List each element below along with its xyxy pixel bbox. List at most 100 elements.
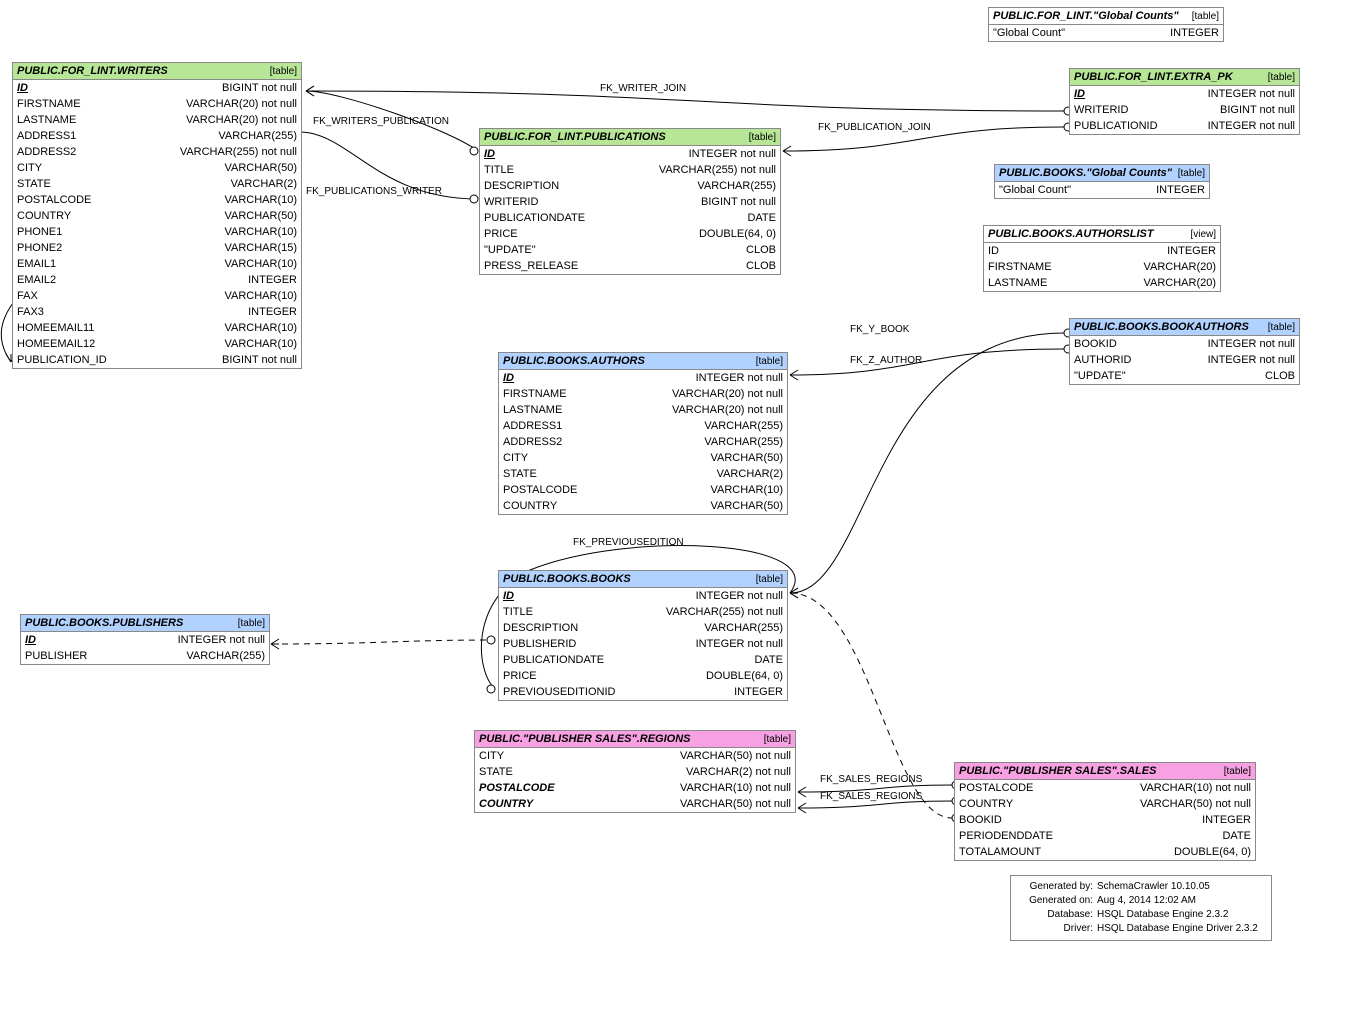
table-title: PUBLIC.BOOKS.BOOKAUTHORS (1074, 321, 1249, 333)
column-type: DOUBLE(64, 0) (1174, 845, 1251, 859)
column-name: POSTALCODE (479, 781, 573, 795)
column-row: PHONE2VARCHAR(15) (13, 240, 301, 256)
column-name: POSTALCODE (503, 483, 595, 497)
column-row: PUBLICATIONIDINTEGER not null (1070, 118, 1299, 134)
column-name: TITLE (484, 163, 532, 177)
column-row: IDINTEGER (984, 243, 1220, 259)
column-type: VARCHAR(10) (224, 257, 297, 271)
column-type: VARCHAR(20) not null (672, 403, 783, 417)
column-row: COUNTRYVARCHAR(50) (13, 208, 301, 224)
table-kind: [table] (756, 574, 783, 585)
column-name: LASTNAME (17, 113, 94, 127)
column-type: CLOB (1265, 369, 1295, 383)
table-title: PUBLIC.FOR_LINT.WRITERS (17, 65, 168, 77)
column-type: VARCHAR(50) not null (680, 749, 791, 763)
column-name: STATE (503, 467, 555, 481)
fk-label-writers-publication: FK_WRITERS_PUBLICATION (313, 116, 449, 127)
column-row: ADDRESS1VARCHAR(255) (499, 418, 787, 434)
column-row: CITYVARCHAR(50) (13, 160, 301, 176)
column-row: ADDRESS2 VARCHAR(255) not null (13, 144, 301, 160)
column-row: PERIODENDDATEDATE (955, 828, 1255, 844)
table-books: PUBLIC.BOOKS.BOOKS [table] IDINTEGER not … (498, 570, 788, 701)
column-name: LASTNAME (988, 276, 1065, 290)
column-row: FIRSTNAMEVARCHAR(20) not null (499, 386, 787, 402)
column-type: BIGINT not null (701, 195, 776, 209)
column-name: EMAIL1 (17, 257, 74, 271)
column-type: INTEGER not null (1208, 119, 1295, 133)
table-authorslist: PUBLIC.BOOKS.AUTHORSLIST[view] IDINTEGER… (983, 225, 1221, 292)
column-name: CITY (17, 161, 60, 175)
column-name: POSTALCODE (959, 781, 1051, 795)
column-row: "UPDATE"CLOB (480, 242, 780, 258)
column-row: POSTALCODE VARCHAR(10) not null (955, 780, 1255, 796)
column-type: INTEGER (248, 273, 297, 287)
table-global-counts-books: PUBLIC.BOOKS."Global Counts"[table] "Glo… (994, 164, 1210, 199)
column-row: IDINTEGER not null (1070, 86, 1299, 102)
metadata-box: Generated by:SchemaCrawler 10.10.05 Gene… (1010, 875, 1272, 941)
column-name: ADDRESS2 (503, 435, 580, 449)
column-name: ADDRESS1 (17, 129, 94, 143)
column-name: PUBLISHERID (503, 637, 594, 651)
column-name: COUNTRY (503, 499, 575, 513)
column-type: DOUBLE(64, 0) (706, 669, 783, 683)
column-name: "UPDATE" (484, 243, 554, 257)
fk-label-previousedition: FK_PREVIOUSEDITION (573, 537, 684, 548)
column-row: HOMEEMAIL12VARCHAR(10) (13, 336, 301, 352)
column-row: FAX3INTEGER (13, 304, 301, 320)
table-title: PUBLIC.BOOKS.BOOKS (503, 573, 631, 585)
column-name: PHONE2 (17, 241, 80, 255)
column-row: EMAIL2 INTEGER (13, 272, 301, 288)
column-row: PUBLICATION_IDBIGINT not null (13, 352, 301, 368)
table-kind: [table] (749, 132, 776, 143)
table-kind: [view] (1190, 229, 1216, 240)
column-name: PRICE (503, 669, 555, 683)
table-body: IDINTEGER not nullTITLEVARCHAR(255) not … (480, 146, 780, 274)
table-title: PUBLIC.BOOKS."Global Counts" (999, 167, 1172, 179)
column-row: ADDRESS2VARCHAR(255) (499, 434, 787, 450)
column-type: INTEGER (248, 305, 297, 319)
column-type: VARCHAR(10) (224, 289, 297, 303)
column-row: POSTALCODEVARCHAR(10) (13, 192, 301, 208)
table-body: IDINTEGERFIRSTNAMEVARCHAR(20)LASTNAMEVAR… (984, 243, 1220, 291)
column-type: VARCHAR(255) not null (180, 145, 297, 159)
table-kind: [table] (1268, 322, 1295, 333)
column-row: IDINTEGER not null (21, 632, 269, 648)
column-name: PUBLICATIONDATE (484, 211, 603, 225)
column-type: VARCHAR(50) (710, 451, 783, 465)
column-row: TITLE VARCHAR(255) not null (480, 162, 780, 178)
column-row: EMAIL1 VARCHAR(10) (13, 256, 301, 272)
column-name: ID (17, 81, 46, 95)
column-row: IDINTEGER not null (499, 588, 787, 604)
column-type: INTEGER (1202, 813, 1251, 827)
column-row: PRESS_RELEASECLOB (480, 258, 780, 274)
column-type: VARCHAR(20) not null (186, 113, 297, 127)
column-row: FIRSTNAMEVARCHAR(20) (984, 259, 1220, 275)
column-name: ID (484, 147, 513, 161)
column-type: VARCHAR(10) not null (1140, 781, 1251, 795)
column-row: LASTNAMEVARCHAR(20) not null (499, 402, 787, 418)
fk-label-sales-regions-2: FK_SALES_REGIONS (820, 791, 922, 802)
column-name: HOMEEMAIL11 (17, 321, 112, 335)
column-name: ID (503, 371, 532, 385)
column-row: PUBLISHERIDINTEGER not null (499, 636, 787, 652)
fk-label-y-book: FK_Y_BOOK (850, 324, 909, 335)
column-name: EMAIL2 (17, 273, 74, 287)
column-name: FIRSTNAME (988, 260, 1070, 274)
column-row: CITYVARCHAR(50) (499, 450, 787, 466)
table-title: PUBLIC.FOR_LINT.EXTRA_PK (1074, 71, 1233, 83)
column-name: FIRSTNAME (503, 387, 585, 401)
table-kind: [table] (1178, 168, 1205, 179)
table-kind: [table] (238, 618, 265, 629)
table-extra-pk: PUBLIC.FOR_LINT.EXTRA_PK[table] IDINTEGE… (1069, 68, 1300, 135)
column-name: COUNTRY (959, 797, 1031, 811)
column-row: STATEVARCHAR(2) not null (475, 764, 795, 780)
table-authors: PUBLIC.BOOKS.AUTHORS[table] IDINTEGER no… (498, 352, 788, 515)
column-type: VARCHAR(50) (710, 499, 783, 513)
column-name: ADDRESS2 (17, 145, 94, 159)
column-type: VARCHAR(10) (224, 225, 297, 239)
column-type: INTEGER (1167, 244, 1216, 258)
column-type: BIGINT not null (222, 353, 297, 367)
column-type: VARCHAR(255) not null (659, 163, 776, 177)
meta-gen-on: Aug 4, 2014 12:02 AM (1097, 894, 1196, 908)
column-name: BOOKID (959, 813, 1020, 827)
